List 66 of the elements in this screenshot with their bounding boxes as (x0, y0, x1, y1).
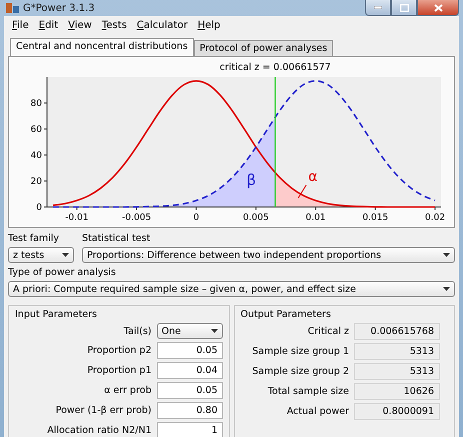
annotation-label: α (308, 169, 318, 185)
input-field[interactable]: 1 (156, 422, 222, 437)
panel-title: Input Parameters (15, 309, 98, 320)
dropdown-arrow-icon (443, 253, 450, 257)
tab[interactable]: Central and noncentral distributions (10, 38, 194, 56)
app-icon (6, 2, 19, 14)
menu-item[interactable]: View (68, 20, 92, 31)
x-tick-label: 0.02 (425, 213, 445, 223)
y-tick-label: 20 (30, 177, 42, 187)
parameter-label: α err prob (103, 385, 152, 396)
y-tick-label: 60 (30, 125, 42, 135)
x-tick-label: 0 (193, 213, 200, 223)
maximize-icon (400, 4, 408, 12)
y-tick-label: 40 (30, 151, 42, 161)
input-field[interactable]: 0.05 (156, 382, 222, 399)
parameter-label: Tail(s) (122, 326, 152, 336)
y-tick-label: 80 (30, 99, 42, 109)
close-button[interactable] (417, 0, 459, 16)
test-family-dropdown[interactable]: z tests (8, 247, 74, 263)
input-field[interactable]: 0.80 (156, 402, 222, 419)
menu-item[interactable]: Edit (38, 20, 58, 31)
menu-item[interactable]: File (12, 20, 29, 31)
parameter-label: Allocation ratio N2/N1 (46, 425, 152, 436)
minimize-icon (374, 6, 382, 9)
x-tick-label: -0.005 (122, 213, 152, 223)
window-title: G*Power 3.1.3 (23, 2, 95, 14)
output-value: 0.006615768 (354, 323, 440, 340)
test-family-label: Test family (8, 233, 60, 244)
menu-item[interactable]: Help (198, 20, 220, 31)
dropdown-arrow-icon (443, 287, 450, 291)
dropdown-arrow-icon (62, 253, 69, 257)
annotation-label: β (246, 171, 256, 189)
output-value: 5313 (354, 363, 440, 380)
parameter-label: Proportion p1 (86, 365, 152, 376)
x-tick-label: 0.01 (306, 213, 326, 223)
power-analysis-type-dropdown[interactable]: A priori: Compute required sample size – given α, power, and effect size (8, 281, 455, 297)
parameter-label: Actual power (286, 406, 349, 417)
output-value: 0.8000091 (354, 403, 440, 420)
output-value: 10626 (354, 383, 440, 400)
x-tick-label: -0.01 (65, 213, 88, 223)
y-tick-label: 0 (36, 203, 42, 213)
parameter-label: Sample size group 2 (251, 366, 349, 377)
parameter-label: Sample size group 1 (251, 346, 349, 357)
parameter-label: Proportion p2 (86, 345, 152, 356)
statistical-test-dropdown[interactable]: Proportions: Difference between two independent proportions (82, 247, 455, 263)
tab[interactable]: Protocol of power analyses (194, 40, 334, 56)
input-field[interactable]: 0.05 (156, 342, 222, 359)
minimize-button[interactable] (365, 0, 391, 16)
panel-title: Output Parameters (240, 309, 332, 320)
menu-item[interactable]: Calculator (136, 20, 188, 31)
dropdown-arrow-icon (210, 329, 218, 333)
parameter-label: Critical z (306, 326, 349, 337)
maximize-button[interactable] (391, 0, 417, 16)
statistical-test-label: Statistical test (82, 233, 152, 244)
output-value: 5313 (354, 343, 440, 360)
parameter-label: Power (1-β err prob) (54, 405, 152, 416)
power-analysis-type-label: Type of power analysis (8, 267, 117, 278)
menu-item[interactable]: Tests (102, 20, 127, 31)
tails-dropdown[interactable]: One (156, 323, 222, 339)
parameter-label: Total sample size (266, 386, 349, 397)
x-tick-label: 0.015 (362, 213, 388, 223)
close-icon (434, 4, 442, 12)
leader-line (298, 184, 307, 198)
input-field[interactable]: 0.04 (156, 362, 222, 379)
x-tick-label: 0.005 (243, 213, 269, 223)
chart-title: critical z = 0.00661577 (220, 62, 331, 73)
